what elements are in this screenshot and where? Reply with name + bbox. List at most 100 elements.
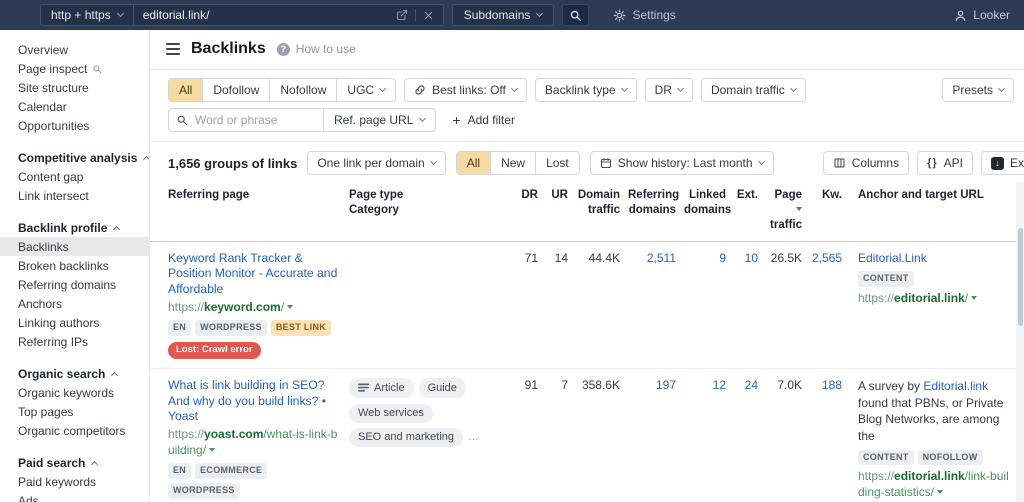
anchor-link[interactable]: Editorial.link [923,379,988,393]
url-dropdown-icon[interactable] [209,447,216,452]
sidebar-item-content-gap[interactable]: Content gap [0,167,149,186]
sidebar-item-organic-competitors[interactable]: Organic competitors [0,421,149,440]
backlink-type-filter[interactable]: Backlink type [534,78,637,102]
sidebar-item-page-inspect[interactable]: Page inspect [0,59,149,78]
sidebar-item-referring-domains[interactable]: Referring domains [0,275,149,294]
url-dropdown-icon[interactable] [287,304,294,309]
sidebar-item-calendar[interactable]: Calendar [0,97,149,116]
col-referring-page[interactable]: Referring page [150,183,345,242]
ur-value: 7 [542,368,572,502]
sidebar-item-overview[interactable]: Overview [0,40,149,59]
page-traffic-value: 7.0K [762,368,806,502]
how-to-use-link[interactable]: How to use [276,42,356,56]
sidebar-item-label: Site structure [18,80,89,95]
protocol-dropdown[interactable]: http + https [41,5,134,25]
menu-icon[interactable] [166,43,180,55]
sidebar-section-competitive-analysis[interactable]: Competitive analysis [0,148,149,167]
url-dropdown-icon[interactable] [937,489,944,494]
vertical-scrollbar[interactable] [1016,182,1024,502]
referring-page-url[interactable]: https://keyword.com/ [168,300,341,316]
tab-nofollow[interactable]: Nofollow [269,79,336,101]
page-type-pills: Article Guide [349,378,506,398]
sidebar-item-opportunities[interactable]: Opportunities [0,116,149,135]
search-scope-select[interactable]: Ref. page URL [324,108,437,132]
sidebar-section-paid-search[interactable]: Paid search [0,453,149,472]
search-button[interactable] [562,4,590,26]
sidebar-item-top-pages[interactable]: Top pages [0,402,149,421]
scope-dropdown[interactable]: Subdomains [451,4,555,26]
api-button[interactable]: API [917,151,973,175]
tab-all[interactable]: All [169,79,203,101]
sidebar-section-organic-search[interactable]: Organic search [0,364,149,383]
linked-domains-link[interactable]: 12 [680,368,730,502]
phrase-search-group: Ref. page URL [168,108,437,132]
sidebar-item-linking-authors[interactable]: Linking authors [0,313,149,332]
settings-button[interactable]: Settings [613,8,676,22]
more-categories[interactable]: … [468,430,480,444]
best-links-filter[interactable]: Best links: Off [404,78,527,102]
link-type-tabs: All Dofollow Nofollow UGC [168,78,397,102]
col-domain-traffic[interactable]: Domain traffic [572,183,624,242]
presets-button[interactable]: Presets [942,78,1014,102]
sidebar-item-referring-ips[interactable]: Referring IPs [0,332,149,351]
sidebar-item-paid-keywords[interactable]: Paid keywords [0,472,149,491]
url-input[interactable] [142,8,387,22]
referring-domains-link[interactable]: 197 [624,368,680,502]
referring-page-link[interactable]: What is link building in SEO? And why do… [168,378,341,425]
chevron-down-icon [510,84,518,93]
dr-filter[interactable]: DR [644,78,693,102]
tab-dofollow[interactable]: Dofollow [202,79,269,101]
external-link-icon[interactable] [396,9,408,21]
scrollbar-thumb[interactable] [1017,228,1023,326]
columns-button[interactable]: Columns [822,151,910,175]
filter-row-1: All Dofollow Nofollow UGC Best links: Of… [168,78,1014,102]
col-page-traffic[interactable]: Page traffic [762,183,806,242]
clear-icon[interactable] [423,10,434,21]
sidebar-item-site-structure[interactable]: Site structure [0,78,149,97]
col-page-type-category[interactable]: Page type Category [345,183,510,242]
col-kw[interactable]: Kw. [806,183,846,242]
sidebar-section-backlink-profile[interactable]: Backlink profile [0,218,149,237]
grouping-dropdown[interactable]: One link per domain [307,151,446,175]
tab-history-lost[interactable]: Lost [535,152,579,174]
sidebar-item-link-intersect[interactable]: Link intersect [0,186,149,205]
col-linked-domains[interactable]: Linked domains [680,183,731,242]
show-history-dropdown[interactable]: Show history: Last month [589,151,774,175]
sidebar-item-anchors[interactable]: Anchors [0,294,149,313]
sidebar-item-backlinks[interactable]: Backlinks [0,237,149,256]
add-filter-button[interactable]: Add filter [452,113,515,127]
sort-desc-icon [796,206,802,211]
col-ur[interactable]: UR [542,183,572,242]
linked-domains-link[interactable]: 9 [680,241,730,370]
best-links-label: Best links: Off [432,83,506,97]
kw-link[interactable]: 188 [806,368,846,502]
tab-history-new[interactable]: New [490,152,535,174]
ext-link[interactable]: 24 [730,368,762,502]
target-url[interactable]: https://editorial.link/link-building-sta… [858,469,1012,500]
export-button[interactable]: Ex [980,151,1024,175]
lost-badge: Lost: Crawl error [168,341,261,360]
kw-link[interactable]: 2,565 [806,241,846,370]
domain-traffic-filter[interactable]: Domain traffic [700,78,806,102]
sidebar-item-label: Opportunities [18,118,90,133]
tab-history-all[interactable]: All [456,152,491,174]
search-scope-label: Ref. page URL [334,113,414,127]
url-dropdown-icon[interactable] [971,296,978,301]
sidebar-item-ads[interactable]: Ads [0,491,149,502]
referring-domains-link[interactable]: 2,511 [624,241,680,370]
anchor-link[interactable]: Editorial.Link [858,251,927,265]
col-ext[interactable]: Ext. [730,183,762,242]
tab-ugc[interactable]: UGC [336,79,395,101]
account-menu[interactable]: Looker [954,8,1010,22]
col-dr[interactable]: DR [510,183,542,242]
sidebar-item-organic-keywords[interactable]: Organic keywords [0,383,149,402]
col-referring-domains[interactable]: Referring domains [624,183,680,242]
user-icon [955,10,966,21]
referring-page-link[interactable]: Keyword Rank Tracker & Position Monitor … [168,251,341,298]
referring-page-url[interactable]: https://yoast.com/what-is-link-building/ [168,427,341,458]
col-anchor-target[interactable]: Anchor and target URL [846,183,1016,242]
sidebar-item-broken-backlinks[interactable]: Broken backlinks [0,256,149,275]
phrase-search-input[interactable] [168,108,324,132]
target-url[interactable]: https://editorial.link/ [858,291,1012,307]
ext-link[interactable]: 10 [730,241,762,370]
